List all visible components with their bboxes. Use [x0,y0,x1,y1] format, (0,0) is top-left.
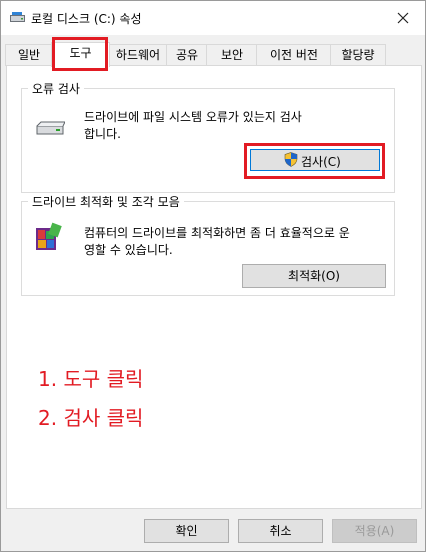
apply-button[interactable]: 적용(A) [332,519,417,543]
tab-general[interactable]: 일반 [5,44,53,66]
ok-button[interactable]: 확인 [144,519,229,543]
tab-hardware[interactable]: 하드웨어 [108,44,168,66]
optimize-desc-line2: 영할 수 있습니다. [84,243,173,257]
tab-previous-versions[interactable]: 이전 버전 [256,44,332,66]
window-title: 로컬 디스크 (C:) 속성 [31,12,142,26]
error-check-desc-line1: 드라이브에 파일 시스템 오류가 있는지 검사 [84,110,302,124]
cancel-button[interactable]: 취소 [238,519,323,543]
drive-icon [10,12,25,23]
properties-window: 로컬 디스크 (C:) 속성 일반 도구 하드웨어 공유 보안 이전 버전 할당… [0,0,426,552]
close-button[interactable] [381,1,425,35]
tab-quota[interactable]: 할당량 [330,44,386,66]
instruction-step-1: 1. 도구 클릭 [38,367,144,391]
optimize-title: 드라이브 최적화 및 조각 모음 [28,193,184,210]
instruction-step-2: 2. 검사 클릭 [38,406,144,430]
close-icon [397,12,409,24]
tools-panel: 오류 검사 드라이브에 파일 시스템 오류가 있는지 검사 합니다. 검사(C)… [6,65,422,509]
highlight-tools-tab [52,37,108,71]
highlight-check-button [244,143,385,179]
optimize-desc-line1: 컴퓨터의 드라이브를 최적화하면 좀 더 효율적으로 운 [84,226,350,240]
tab-sharing[interactable]: 공유 [166,44,208,66]
tab-security[interactable]: 보안 [206,44,258,66]
optimize-button[interactable]: 최적화(O) [242,264,386,288]
error-check-desc-line2: 합니다. [84,127,121,141]
error-check-title: 오류 검사 [28,80,84,97]
title-bar: 로컬 디스크 (C:) 속성 [1,1,425,35]
hard-drive-icon [35,121,66,140]
optimize-group: 드라이브 최적화 및 조각 모음 컴퓨터의 드라이브를 최적화하면 좀 더 효율… [21,193,395,296]
defrag-icon [33,222,63,255]
